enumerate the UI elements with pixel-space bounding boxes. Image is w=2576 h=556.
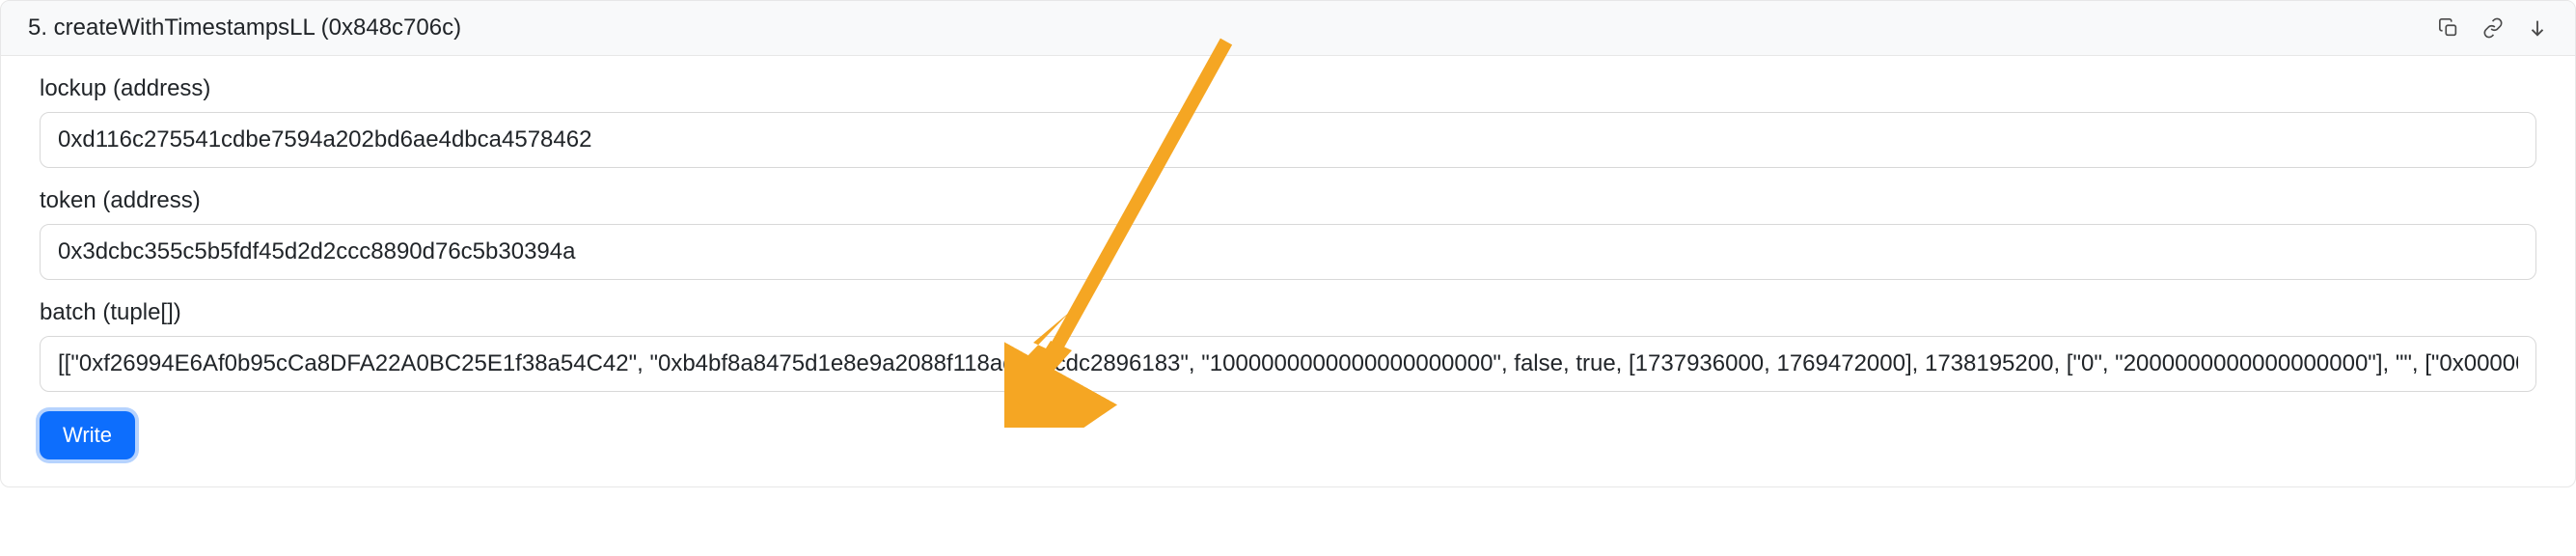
batch-input[interactable] xyxy=(40,336,2536,392)
function-panel: 5. createWithTimestampsLL (0x848c706c) xyxy=(0,0,2576,487)
token-input[interactable] xyxy=(40,224,2536,280)
lockup-label: lockup (address) xyxy=(40,75,2536,102)
field-group-lockup: lockup (address) xyxy=(40,75,2536,168)
link-icon[interactable] xyxy=(2482,17,2504,39)
token-label: token (address) xyxy=(40,187,2536,214)
function-body: lockup (address) token (address) batch (… xyxy=(1,56,2575,486)
header-icons-group xyxy=(2438,17,2548,39)
function-header[interactable]: 5. createWithTimestampsLL (0x848c706c) xyxy=(1,1,2575,56)
function-title: 5. createWithTimestampsLL (0x848c706c) xyxy=(28,14,461,42)
copy-icon[interactable] xyxy=(2438,17,2459,39)
write-button[interactable]: Write xyxy=(40,411,135,459)
field-group-batch: batch (tuple[]) xyxy=(40,299,2536,392)
batch-label: batch (tuple[]) xyxy=(40,299,2536,326)
field-group-token: token (address) xyxy=(40,187,2536,280)
lockup-input[interactable] xyxy=(40,112,2536,168)
arrow-down-icon[interactable] xyxy=(2527,17,2548,39)
